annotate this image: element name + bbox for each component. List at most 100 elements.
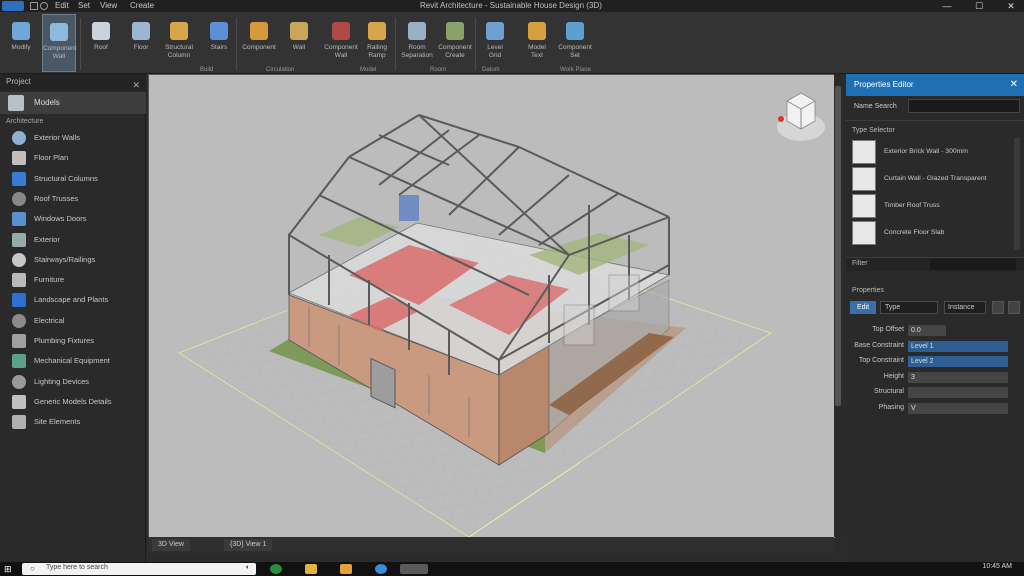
filter-icon[interactable]: [992, 301, 1004, 314]
taskbar-search[interactable]: ○ Type here to search ◐: [22, 563, 256, 575]
selected-item[interactable]: Models: [0, 92, 146, 114]
minimize-button[interactable]: —: [936, 0, 958, 12]
window-title: Revit Architecture - Sustainable House D…: [420, 1, 602, 10]
ribbon-button-1[interactable]: Component Wall: [42, 14, 77, 72]
settings-icon[interactable]: [1008, 301, 1020, 314]
property-value-input[interactable]: 3: [908, 371, 1008, 383]
library-scrollbar[interactable]: [1014, 138, 1020, 250]
browser-item-label: Electrical: [34, 315, 65, 325]
project-browser-header: Project ✕: [0, 74, 146, 90]
menu-set[interactable]: Set: [78, 1, 90, 10]
property-value-input[interactable]: Level 1: [908, 340, 1008, 352]
property-value-input[interactable]: V: [908, 402, 1008, 414]
type-library-label: Exterior Brick Wall - 300mm: [884, 148, 968, 155]
wall-icon: [12, 131, 26, 145]
browser-item[interactable]: Structural Columns: [0, 169, 146, 189]
properties-section-label: Properties: [852, 287, 884, 294]
viewport-scrollbar[interactable]: [834, 74, 842, 537]
property-label: Top Constraint: [858, 357, 904, 364]
tab-3d-view[interactable]: 3D View: [152, 539, 190, 551]
browser-item[interactable]: Exterior: [0, 230, 146, 250]
browser-item-label: Windows Doors: [34, 214, 87, 224]
ribbon-button-12[interactable]: Level Grid: [478, 14, 512, 72]
browser-item[interactable]: Floor Plan: [0, 148, 146, 168]
scrollbar-thumb[interactable]: [835, 86, 841, 406]
type-library-item[interactable]: Timber Roof Truss: [852, 194, 1012, 218]
close-icon[interactable]: ✕: [1010, 74, 1018, 96]
ribbon-separator: [236, 18, 237, 70]
browser-item[interactable]: Windows Doors: [0, 209, 146, 229]
stair-icon: [12, 252, 26, 267]
ribbon-button-8[interactable]: Component Wall: [324, 14, 358, 72]
revit-taskbar-icon[interactable]: [400, 564, 428, 574]
browser-item[interactable]: Exterior Walls: [0, 128, 146, 148]
ribbon-button-label: Floor: [133, 44, 149, 51]
type-thumbnail-icon: [852, 221, 876, 245]
browser-item[interactable]: Mechanical Equipment: [0, 351, 146, 371]
type-library-item[interactable]: Curtain Wall - Glazed Transparent: [852, 167, 1012, 191]
edit-type-button[interactable]: Edit: [850, 301, 876, 314]
3d-viewport[interactable]: [148, 74, 835, 538]
ribbon-group-workplane: Work Plane: [560, 67, 591, 73]
file-explorer-icon[interactable]: [305, 564, 317, 574]
tab-3d-view-1[interactable]: {3D} View 1: [224, 539, 273, 551]
ribbon-button-10[interactable]: Room Separation: [400, 14, 434, 72]
site-icon: [12, 415, 26, 430]
edge-icon[interactable]: [270, 564, 282, 574]
ribbon-button-6[interactable]: Component: [242, 14, 276, 72]
app-logo[interactable]: [2, 1, 24, 11]
maximize-button[interactable]: ☐: [968, 0, 990, 12]
property-value-input[interactable]: [908, 387, 1008, 398]
browser-item[interactable]: Plumbing Fixtures: [0, 331, 146, 351]
browser-item[interactable]: Generic Models Details: [0, 392, 146, 412]
ribbon-separator: [475, 18, 476, 70]
ribbon-button-0[interactable]: Modify: [4, 14, 38, 72]
menu-create[interactable]: Create: [130, 1, 154, 10]
type-dropdown[interactable]: Type: [880, 301, 938, 314]
browser-item[interactable]: Roof Trusses: [0, 189, 146, 209]
ribbon-button-5[interactable]: Stairs: [202, 14, 236, 72]
type-library-item[interactable]: Concrete Floor Slab: [852, 221, 1012, 245]
name-search-label: Name Search: [854, 103, 897, 110]
browser-item-label: Lighting Devices: [34, 376, 90, 386]
menu-edit[interactable]: Edit: [55, 1, 69, 10]
property-value-input[interactable]: 0.0: [908, 325, 946, 336]
ribbon-button-label: Stairs: [210, 44, 228, 51]
ribbon-button-sublabel: Create: [445, 52, 465, 59]
folder-icon[interactable]: [340, 564, 352, 574]
close-icon[interactable]: ✕: [132, 77, 140, 93]
type-selector-label: Type Selector: [852, 127, 895, 134]
ribbon-button-sublabel: Separation: [401, 52, 433, 59]
browser-icon[interactable]: [375, 564, 387, 574]
browser-item[interactable]: Furniture: [0, 270, 146, 290]
browser-item[interactable]: Landscape and Plants: [0, 290, 146, 310]
filter-input[interactable]: [930, 259, 1016, 270]
ribbon-button-13[interactable]: Model Text: [520, 14, 554, 72]
plant-icon: [12, 293, 26, 308]
ribbon-button-3[interactable]: Floor: [124, 14, 158, 72]
instance-dropdown[interactable]: Instance: [944, 301, 986, 314]
property-value-input[interactable]: Level 2: [908, 356, 1008, 367]
ribbon-button-11[interactable]: Component Create: [438, 14, 472, 72]
browser-item[interactable]: Lighting Devices: [0, 372, 146, 392]
browser-item[interactable]: Stairways/Railings: [0, 250, 146, 270]
electrical-icon: [12, 313, 26, 328]
browser-item[interactable]: Site Elements: [0, 412, 146, 432]
windows-start-icon[interactable]: ⊞: [4, 564, 16, 574]
interior-blue-panel: [399, 195, 419, 221]
close-button[interactable]: ✕: [1000, 0, 1022, 12]
undo-icon[interactable]: [40, 2, 48, 10]
name-search-input[interactable]: [908, 99, 1020, 113]
save-icon[interactable]: [30, 2, 38, 10]
ribbon-button-sublabel: Grid: [488, 52, 502, 59]
microphone-icon[interactable]: ◐: [246, 564, 250, 571]
ribbon-button-9[interactable]: Railing Ramp: [360, 14, 394, 72]
ribbon-button-sublabel: Wall: [52, 53, 66, 60]
type-library-item[interactable]: Exterior Brick Wall - 300mm: [852, 140, 1012, 164]
browser-item[interactable]: Electrical: [0, 311, 146, 331]
ribbon-button-7[interactable]: Wall: [282, 14, 316, 72]
ribbon-button-2[interactable]: Roof: [84, 14, 118, 72]
ribbon-button-14[interactable]: Component Set: [558, 14, 592, 72]
ribbon-button-4[interactable]: Structural Column: [162, 14, 196, 72]
menu-view[interactable]: View: [100, 1, 117, 10]
